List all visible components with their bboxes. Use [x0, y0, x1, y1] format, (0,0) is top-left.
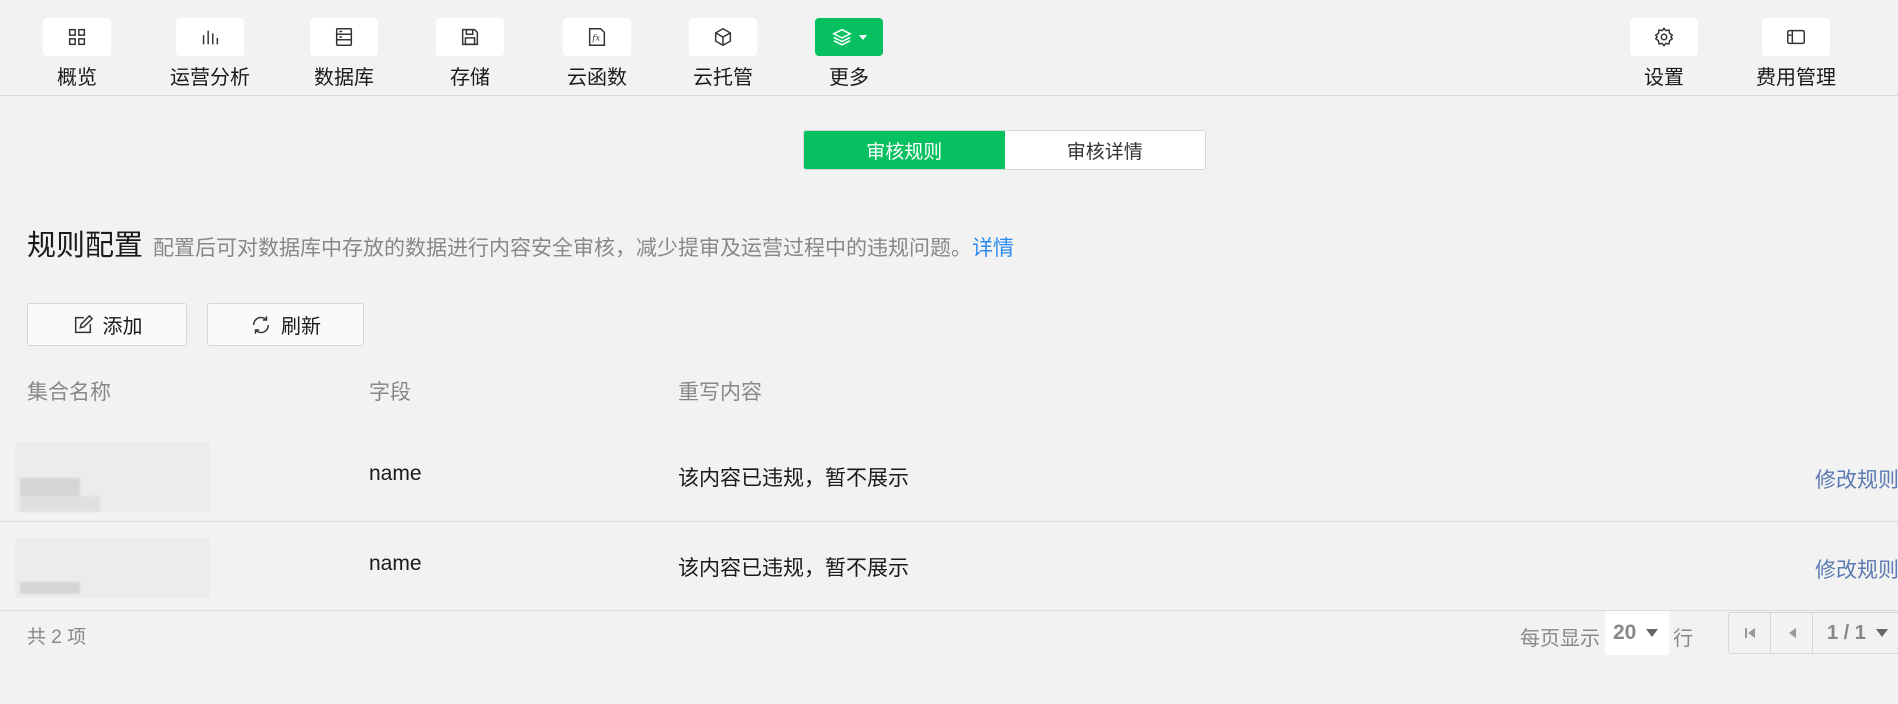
chevron-down-icon [859, 34, 867, 40]
toolbar-item-label: 数据库 [314, 67, 374, 89]
toolbar-item-label: 更多 [829, 67, 869, 89]
edit-rule-link[interactable]: 修改规则 [1815, 464, 1898, 494]
edit-icon [74, 314, 93, 333]
toolbar-item-label: 云托管 [693, 67, 753, 89]
per-page-unit: 行 [1673, 628, 1693, 650]
toolbar-item-label: 费用管理 [1756, 67, 1836, 89]
cube-box-icon [714, 27, 732, 47]
chevron-down-icon [1875, 629, 1888, 637]
overview-grid-icon [68, 28, 86, 46]
per-page-select[interactable]: 20 [1605, 611, 1669, 655]
toolbar-item-label: 设置 [1644, 67, 1684, 89]
svg-text:fx: fx [591, 33, 600, 43]
field-cell: name [369, 552, 422, 575]
column-header-field: 字段 [369, 381, 411, 404]
chevron-down-icon [1646, 629, 1659, 637]
bar-chart-icon [202, 30, 219, 45]
tab-review-details[interactable]: 审核详情 [1005, 131, 1206, 169]
page-description: 配置后可对数据库中存放的数据进行内容安全审核，减少提审及运营过程中的违规问题。 [153, 237, 973, 260]
toolbar-item-label: 云函数 [567, 67, 627, 89]
column-header-rewrite: 重写内容 [678, 381, 762, 404]
top-toolbar: 概览 运营分析 数据库 存储 fx 云函数 云托管 更多 设置 费用管理 [0, 0, 1898, 96]
gear-icon [1654, 27, 1674, 47]
per-page-value: 20 [1613, 621, 1637, 644]
refresh-icon [252, 315, 270, 334]
refresh-button-label: 刷新 [281, 316, 321, 338]
prev-page-icon [1788, 628, 1796, 638]
toolbar-item-storage[interactable]: 存储 [436, 18, 504, 90]
pagination: 1 / 1 [1728, 612, 1898, 654]
toolbar-item-billing[interactable]: 费用管理 [1756, 18, 1836, 90]
review-tabs: 审核规则 审核详情 [803, 130, 1206, 170]
function-fx-icon: fx [588, 28, 606, 46]
billing-card-icon [1787, 29, 1805, 45]
details-link[interactable]: 详情 [972, 232, 1014, 262]
table-row: name 该内容已违规，暂不展示 修改规则 [0, 432, 1898, 521]
add-button-label: 添加 [102, 316, 143, 338]
toolbar-item-label: 运营分析 [170, 67, 250, 89]
first-page-button[interactable] [1729, 613, 1771, 653]
redacted-collection-name [15, 538, 210, 598]
rule-config-heading: 规则配置 配置后可对数据库中存放的数据进行内容安全审核，减少提审及运营过程中的违… [27, 222, 1014, 264]
page-indicator: 1 / 1 [1827, 621, 1866, 644]
field-cell: name [369, 462, 422, 485]
prev-page-button[interactable] [1771, 613, 1813, 653]
rewrite-cell: 该内容已违规，暂不展示 [678, 557, 909, 580]
add-rule-button[interactable]: 添加 [27, 303, 187, 346]
tab-review-rules[interactable]: 审核规则 [804, 131, 1005, 169]
toolbar-item-label: 概览 [57, 67, 97, 89]
per-page-label: 每页显示 [1520, 628, 1600, 650]
edit-rule-link[interactable]: 修改规则 [1815, 554, 1898, 584]
toolbar-item-label: 存储 [450, 67, 490, 89]
rewrite-cell: 该内容已违规，暂不展示 [678, 467, 909, 490]
column-header-collection: 集合名称 [27, 381, 111, 404]
first-page-icon [1744, 628, 1755, 638]
toolbar-item-cloud-hosting[interactable]: 云托管 [689, 18, 757, 90]
refresh-button[interactable]: 刷新 [207, 303, 364, 346]
toolbar-item-analytics[interactable]: 运营分析 [170, 18, 250, 90]
save-disk-icon [461, 28, 479, 46]
layers-icon [832, 28, 852, 46]
page-select[interactable]: 1 / 1 [1813, 613, 1888, 653]
total-count: 共 2 项 [27, 627, 87, 648]
page-title: 规则配置 [27, 230, 144, 262]
table-row: name 该内容已违规，暂不展示 修改规则 [0, 522, 1898, 611]
toolbar-item-cloud-function[interactable]: fx 云函数 [563, 18, 631, 90]
toolbar-item-settings[interactable]: 设置 [1630, 18, 1698, 90]
redacted-collection-name [15, 442, 210, 512]
database-icon [335, 28, 353, 46]
toolbar-item-overview[interactable]: 概览 [43, 18, 111, 90]
toolbar-item-database[interactable]: 数据库 [310, 18, 378, 90]
toolbar-item-more[interactable]: 更多 [815, 18, 883, 90]
